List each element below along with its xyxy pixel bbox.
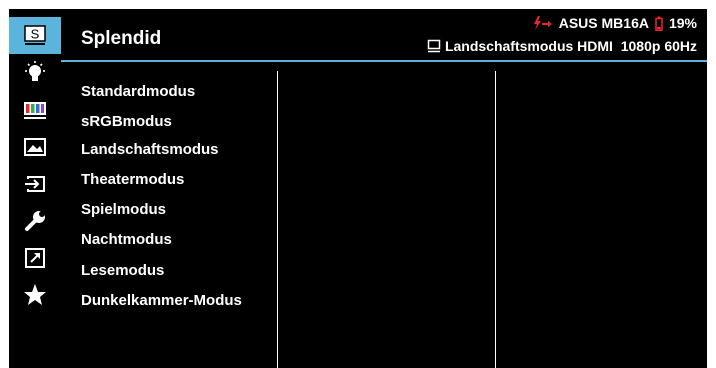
blue-light-filter-icon	[25, 60, 45, 81]
header-divider	[61, 60, 707, 62]
menu-item-landschaftsmodus[interactable]: Landschaftsmodus	[81, 141, 219, 158]
input-status: Landschaftsmodus HDMI 1080p 60Hz	[427, 38, 697, 54]
column-divider-1	[277, 71, 278, 368]
menu-item-theatermodus[interactable]: Theatermodus	[81, 171, 184, 188]
sidebar-item-setup[interactable]	[9, 202, 61, 239]
menu-item-srgbmodus[interactable]: sRGBmodus	[81, 113, 172, 130]
splendid-s-letter: S	[31, 26, 40, 41]
image-icon	[24, 137, 46, 156]
monitor-icon	[427, 39, 441, 53]
sidebar-item-input[interactable]	[9, 165, 61, 202]
menu-item-dunkelkammer-modus[interactable]: Dunkelkammer-Modus	[81, 292, 242, 309]
splendid-s-icon: S	[24, 24, 46, 45]
menu-item-standardmodus[interactable]: Standardmodus	[81, 83, 195, 100]
power-icon	[533, 16, 552, 30]
battery-level: 19%	[668, 15, 697, 31]
sidebar-item-color[interactable]	[9, 91, 61, 128]
menu-item-nachtmodus[interactable]: Nachtmodus	[81, 231, 172, 248]
menu-item-spielmodus[interactable]: Spielmodus	[81, 201, 166, 218]
sidebar: S	[9, 9, 61, 368]
star-icon	[24, 283, 46, 305]
column-divider-2	[495, 71, 496, 368]
shortcut-icon	[25, 247, 45, 268]
input-select-icon	[25, 175, 45, 192]
page-title: Splendid	[81, 28, 162, 49]
sidebar-item-blue-light-filter[interactable]	[9, 54, 61, 91]
device-status: ASUS MB16A 19%	[531, 15, 697, 31]
wrench-icon	[25, 210, 45, 231]
osd-menu: S Splendid ASUS MB16A 19% Landschaftsmod…	[9, 9, 707, 368]
sidebar-item-shortcut[interactable]	[9, 239, 61, 276]
color-bars-icon	[24, 101, 46, 119]
sidebar-item-image[interactable]	[9, 128, 61, 165]
device-name: ASUS MB16A	[558, 15, 649, 31]
battery-icon	[655, 16, 663, 31]
input-status-text: Landschaftsmodus HDMI 1080p 60Hz	[444, 38, 697, 54]
sidebar-item-splendid[interactable]: S	[9, 17, 61, 54]
menu-item-lesemodus[interactable]: Lesemodus	[81, 262, 164, 279]
sidebar-item-favorites[interactable]	[9, 276, 61, 313]
